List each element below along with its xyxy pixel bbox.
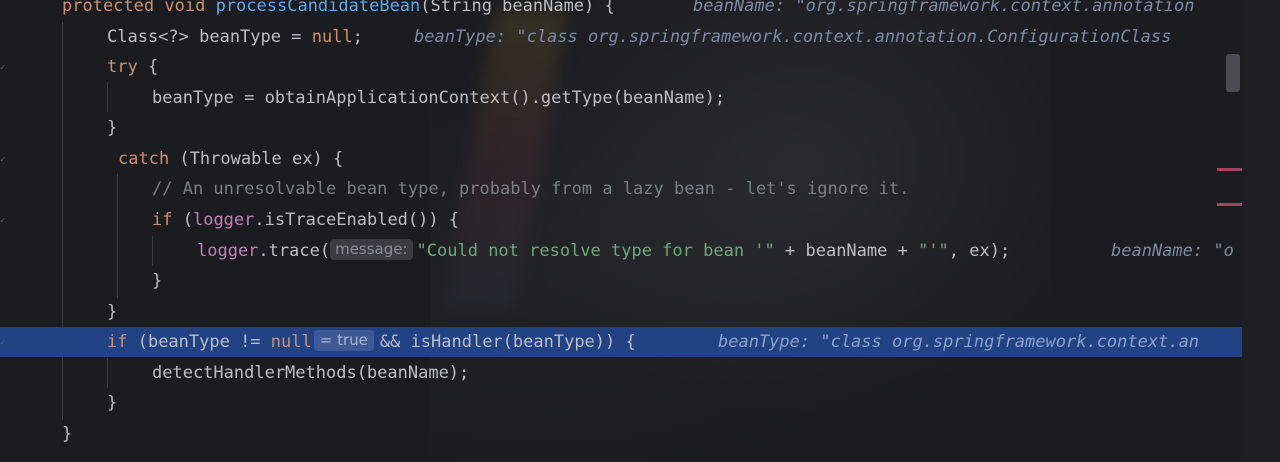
fold-marker-icon[interactable]: ✓ bbox=[0, 339, 8, 348]
inline-value-hint: beanType: "class org.springframework.con… bbox=[414, 27, 1172, 47]
string-literal: "'" bbox=[918, 241, 949, 261]
code-line-15[interactable]: } bbox=[0, 419, 1242, 449]
code-text: ( bbox=[172, 210, 193, 230]
vertical-scrollbar-thumb[interactable] bbox=[1226, 54, 1240, 92]
code-text: } bbox=[152, 271, 163, 291]
code-text: } bbox=[107, 302, 118, 322]
code-line-2[interactable]: Class<?> beanType = null; beanType: "cla… bbox=[0, 22, 1242, 52]
fold-marker-icon[interactable]: ✓ bbox=[0, 156, 8, 165]
editor-gutter[interactable]: ✓ ✓ ✓ ✓ bbox=[0, 0, 14, 462]
inline-value-hint: beanName: "org.springframework.context.a… bbox=[693, 0, 1195, 16]
code-text: } bbox=[107, 118, 118, 138]
keyword: void bbox=[164, 0, 206, 16]
code-text: , ex); bbox=[948, 241, 1011, 261]
code-line-4[interactable]: beanType = obtainApplicationContext().ge… bbox=[0, 83, 1242, 113]
string-literal: "Could not resolve type for bean '" bbox=[416, 241, 775, 261]
code-line-14[interactable]: } bbox=[0, 388, 1242, 418]
code-line-5[interactable]: } bbox=[0, 113, 1242, 143]
fold-marker-icon[interactable]: ✓ bbox=[0, 217, 8, 226]
code-line-8[interactable]: if (logger.isTraceEnabled()) { bbox=[0, 205, 1242, 235]
code-text: ; bbox=[352, 27, 363, 47]
fold-marker-icon[interactable]: ✓ bbox=[0, 64, 8, 73]
error-stripe-marker[interactable] bbox=[1217, 168, 1242, 171]
code-text: (String beanName) { bbox=[420, 0, 615, 16]
code-text: + beanName + bbox=[774, 241, 919, 261]
parameter-name-hint: message: bbox=[330, 239, 413, 260]
field-reference: logger bbox=[197, 241, 259, 261]
code-line-6[interactable]: catch (Throwable ex) { bbox=[0, 144, 1242, 174]
keyword: null bbox=[311, 27, 353, 47]
error-stripe-marker[interactable] bbox=[1217, 203, 1242, 206]
method-name: processCandidateBean bbox=[215, 0, 421, 16]
code-comment: // An unresolvable bean type, probably f… bbox=[152, 179, 910, 199]
code-text: } bbox=[107, 393, 118, 413]
keyword: try bbox=[107, 57, 138, 77]
code-text: (beanType != bbox=[127, 332, 271, 352]
code-line-9[interactable]: logger.trace(message: "Could not resolve … bbox=[0, 236, 1242, 266]
code-text: } bbox=[62, 424, 73, 444]
code-line-10[interactable]: } bbox=[0, 266, 1242, 296]
code-line-11[interactable]: } bbox=[0, 297, 1242, 327]
code-text: .trace( bbox=[258, 241, 331, 261]
code-text: Class<?> beanType = bbox=[107, 27, 312, 47]
keyword: null bbox=[270, 332, 312, 352]
code-text: .isTraceEnabled()) { bbox=[254, 210, 460, 230]
keyword: protected bbox=[62, 0, 155, 16]
code-text: && isHandler(beanType)) { bbox=[379, 332, 636, 352]
keyword: catch bbox=[118, 149, 170, 169]
code-line-7[interactable]: // An unresolvable bean type, probably f… bbox=[0, 174, 1242, 204]
code-line-3[interactable]: try { bbox=[0, 52, 1242, 82]
inline-value-hint: beanName: "o bbox=[1111, 241, 1234, 261]
code-text: beanType = obtainApplicationContext().ge… bbox=[152, 88, 726, 108]
field-reference: logger bbox=[192, 210, 255, 230]
code-editor[interactable]: protected void processCandidateBean(Stri… bbox=[0, 0, 1280, 462]
code-text: { bbox=[137, 57, 159, 77]
evaluated-value-hint: = true bbox=[313, 330, 374, 351]
code-line-1[interactable]: protected void processCandidateBean(Stri… bbox=[0, 0, 1242, 21]
code-text: detectHandlerMethods(beanName); bbox=[152, 363, 470, 383]
code-line-12-current[interactable]: if (beanType != null = true && isHandler(b… bbox=[0, 327, 1242, 357]
vertical-scrollbar-track[interactable] bbox=[1242, 0, 1280, 462]
code-line-13[interactable]: detectHandlerMethods(beanName); bbox=[0, 358, 1242, 388]
keyword: if bbox=[107, 332, 128, 352]
keyword: if bbox=[152, 210, 173, 230]
inline-value-hint: beanType: "class org.springframework.con… bbox=[718, 332, 1200, 352]
code-text: (Throwable ex) { bbox=[169, 149, 344, 169]
